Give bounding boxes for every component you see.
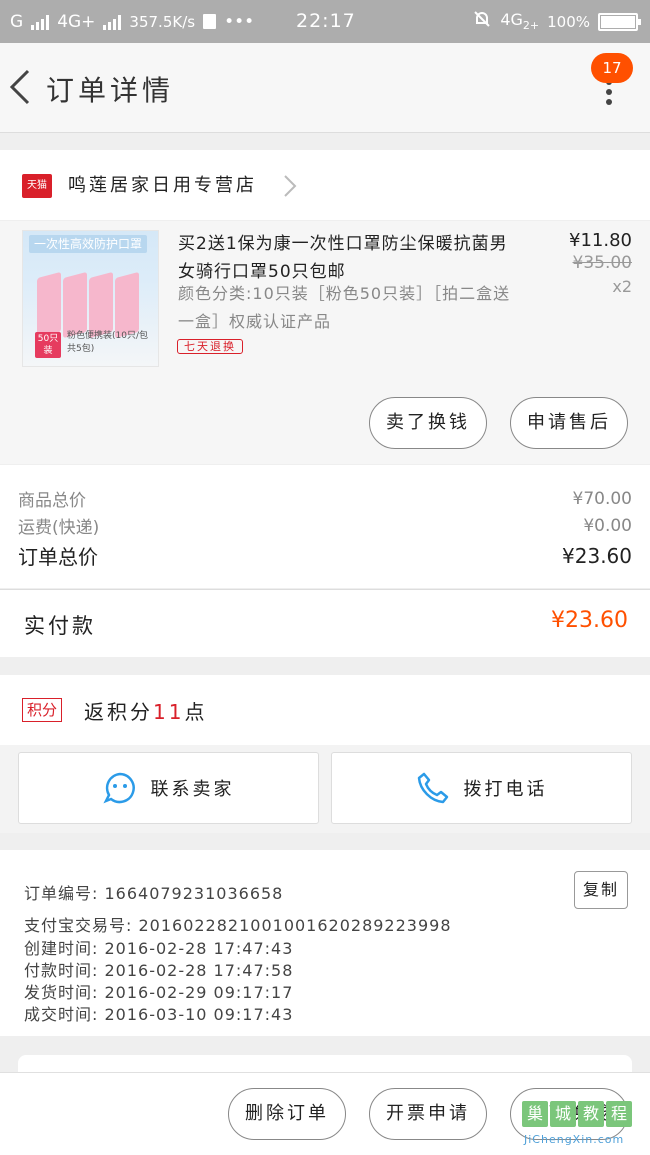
product-spec: 颜色分类:10只装［粉色50只装］［拍二盒送一盒］权威认证产品 <box>178 284 511 331</box>
contact-seller-label: 联系卖家 <box>150 779 235 800</box>
product-image-caption: 粉色便携装(10只/包 共5包) <box>67 331 148 354</box>
battery-percent: 100% <box>547 12 590 31</box>
carrier2-label: 4G+ <box>57 11 96 32</box>
contact-actions: 联系卖家 拨打电话 <box>0 745 650 833</box>
paid-amount-row: 实付款 ¥23.60 <box>0 589 650 657</box>
tmall-icon: 天猫 <box>22 174 52 198</box>
points-row: 积分 返积分11点 <box>0 675 650 745</box>
order-info: 订单编号: 1664079231036658 复制 支付宝交易号: 201602… <box>0 850 650 1036</box>
more-menu-button[interactable] <box>606 79 614 109</box>
return-policy-tag: 七天退换 <box>177 339 243 354</box>
alipay-trade-number: 支付宝交易号: 2016022821001001620289223998 <box>24 916 452 935</box>
copy-button[interactable]: 复制 <box>574 871 628 909</box>
contact-seller-button[interactable]: 联系卖家 <box>18 752 319 824</box>
paid-label: 实付款 <box>24 614 96 638</box>
watermark: 巢城教程 JiChengXin.com <box>522 1101 644 1151</box>
paid-time: 付款时间: 2016-02-28 17:47:58 <box>24 961 294 980</box>
store-row[interactable]: 天猫 鸣莲居家日用专营店 <box>0 150 650 220</box>
goods-total-label: 商品总价 <box>18 491 86 511</box>
clock: 22:17 <box>296 10 356 32</box>
shipping-row: 运费(快递) ¥0.00 <box>18 513 632 539</box>
back-button[interactable] <box>6 67 36 107</box>
bottom-action-bar: 删除订单 开票申请 卖了换钱 巢城教程 JiChengXin.com <box>0 1072 650 1155</box>
sell-button[interactable]: 卖了换钱 <box>369 397 487 449</box>
status-bar: G 4G+ 357.5K/s ••• 22:17 4G2+ 100% <box>0 0 650 43</box>
shipping-value: ¥0.00 <box>583 515 632 536</box>
invoice-request-button[interactable]: 开票申请 <box>369 1088 487 1140</box>
watermark-logo: 巢城教程 <box>522 1101 632 1127</box>
product-image-banner: 一次性高效防护口罩 <box>29 235 147 253</box>
watermark-url: JiChengXin.com <box>524 1133 625 1146</box>
signal-icon <box>31 14 50 30</box>
after-sale-button[interactable]: 申请售后 <box>510 397 628 449</box>
points-text: 返积分11点 <box>84 700 208 724</box>
network-speed: 357.5K/s <box>129 12 196 31</box>
chevron-right-icon <box>284 175 297 197</box>
page-title: 订单详情 <box>46 74 175 107</box>
product-price: ¥11.80 <box>569 230 632 251</box>
call-label: 拨打电话 <box>463 779 548 800</box>
goods-total-value: ¥70.00 <box>572 488 632 509</box>
notification-badge[interactable]: 17 <box>591 53 633 83</box>
points-tag: 积分 <box>22 698 63 722</box>
mute-icon <box>472 9 492 34</box>
completed-time: 成交时间: 2016-03-10 09:17:43 <box>24 1005 294 1024</box>
network-type: 4G2+ <box>500 10 540 33</box>
order-total-value: ¥23.60 <box>562 543 632 568</box>
store-name[interactable]: 鸣莲居家日用专营店 <box>68 171 257 197</box>
price-summary: 商品总价 ¥70.00 运费(快递) ¥0.00 订单总价 ¥23.60 <box>0 465 650 588</box>
goods-total-row: 商品总价 ¥70.00 <box>18 486 632 512</box>
order-number: 订单编号: 1664079231036658 <box>24 884 284 903</box>
product-image-pack: 50只装 <box>35 332 61 358</box>
product-quantity: x2 <box>612 277 632 296</box>
signal-icon-2 <box>103 14 122 30</box>
product-item[interactable]: 一次性高效防护口罩 50只装 粉色便携装(10只/包 共5包) 买2送1保为康一… <box>0 221 650 464</box>
delete-order-button[interactable]: 删除订单 <box>228 1088 346 1140</box>
product-title[interactable]: 买2送1保为康一次性口罩防尘保暖抗菌男女骑行口罩50只包邮 <box>178 230 518 286</box>
order-total-label: 订单总价 <box>18 545 98 569</box>
paid-amount: ¥23.60 <box>551 608 628 633</box>
battery-icon <box>598 12 641 31</box>
created-time: 创建时间: 2016-02-28 17:47:43 <box>24 939 294 958</box>
more-dots: ••• <box>224 11 255 32</box>
check-icon <box>203 14 217 29</box>
phone-icon <box>417 772 448 804</box>
chevron-left-icon <box>9 69 30 105</box>
shipped-time: 发货时间: 2016-02-29 09:17:17 <box>24 983 294 1002</box>
chat-icon <box>102 772 135 804</box>
shipping-label: 运费(快递) <box>18 518 100 538</box>
product-image[interactable]: 一次性高效防护口罩 50只装 粉色便携装(10只/包 共5包) <box>22 230 159 367</box>
order-total-row: 订单总价 ¥23.60 <box>18 541 632 570</box>
carrier1-label: G <box>10 11 24 32</box>
app-header: 订单详情 17 <box>0 43 650 133</box>
points-count: 11 <box>153 700 185 724</box>
call-button[interactable]: 拨打电话 <box>331 752 632 824</box>
product-original-price: ¥35.00 <box>572 253 632 273</box>
